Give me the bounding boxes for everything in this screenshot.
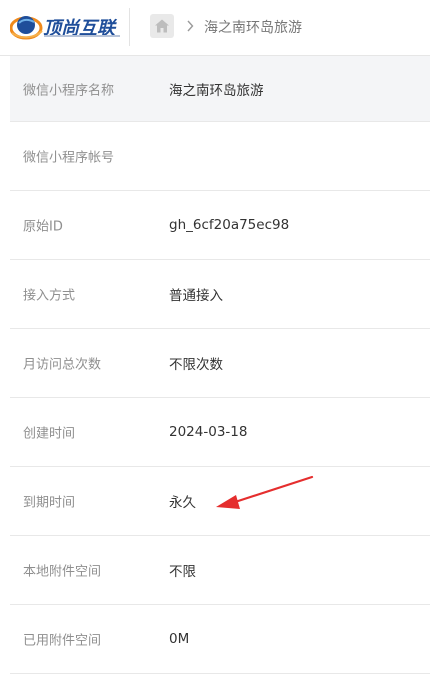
field-value: 不限	[169, 564, 196, 580]
info-row-used-storage: 已用附件空间 0M	[10, 605, 430, 674]
info-row-account: 微信小程序帐号	[10, 122, 430, 191]
field-label: 微信小程序帐号	[23, 150, 115, 166]
top-header: 顶尚互联 海之南环岛旅游	[0, 0, 430, 56]
field-value: 不限次数	[169, 357, 223, 373]
breadcrumb-home-button[interactable]	[150, 14, 174, 38]
logo-emblem-icon	[10, 16, 43, 40]
breadcrumb-current[interactable]: 海之南环岛旅游	[204, 17, 302, 37]
field-value: 普通接入	[169, 288, 223, 304]
header-divider	[129, 8, 130, 46]
field-label: 创建时间	[23, 426, 76, 442]
info-row-monthly-visits: 月访问总次数 不限次数	[10, 329, 430, 398]
field-label: 本地附件空间	[23, 564, 102, 580]
field-label: 已用附件空间	[23, 633, 102, 649]
field-label: 微信小程序名称	[23, 83, 115, 98]
info-row-access-mode: 接入方式 普通接入	[10, 260, 430, 329]
miniprogram-info-table: 微信小程序名称 海之南环岛旅游 微信小程序帐号 原始ID gh_6cf20a75…	[10, 56, 430, 674]
field-label: 月访问总次数	[23, 357, 102, 373]
company-logo[interactable]: 顶尚互联	[10, 11, 122, 41]
field-value: 永久	[169, 495, 196, 511]
info-row-original-id: 原始ID gh_6cf20a75ec98	[10, 191, 430, 260]
info-row-expiry: 到期时间 永久	[10, 467, 430, 536]
field-label: 原始ID	[23, 219, 63, 235]
chevron-right-icon	[187, 20, 194, 32]
logo-subline	[44, 35, 120, 37]
info-row-name: 微信小程序名称 海之南环岛旅游	[10, 56, 430, 122]
home-icon	[155, 19, 169, 33]
field-value: 2024-03-18	[169, 424, 248, 440]
info-row-created: 创建时间 2024-03-18	[10, 398, 430, 467]
field-value: 0M	[169, 631, 190, 647]
field-label: 到期时间	[23, 495, 76, 511]
info-row-local-storage: 本地附件空间 不限	[10, 536, 430, 605]
field-label: 接入方式	[23, 288, 76, 304]
field-value: 海之南环岛旅游	[169, 82, 264, 99]
field-value: gh_6cf20a75ec98	[169, 217, 290, 233]
